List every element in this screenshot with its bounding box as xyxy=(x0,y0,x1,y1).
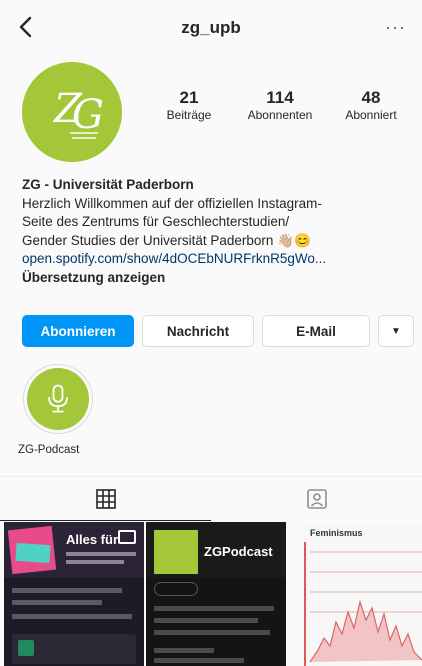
post-thumbnail[interactable]: Alles für xyxy=(4,522,144,666)
stat-following-label: Abonniert xyxy=(345,108,397,122)
tagged-person-icon xyxy=(306,489,327,509)
zg-logo-icon xyxy=(154,530,198,574)
post-text-line xyxy=(154,648,214,653)
profile-bio: ZG - Universität Paderborn Herzlich Will… xyxy=(22,176,414,287)
post-text-line xyxy=(154,630,270,635)
bio-line: Seite des Zentrums für Geschlechterstudi… xyxy=(22,214,290,229)
highlight-ring xyxy=(23,364,93,434)
post-text-line xyxy=(12,600,102,605)
bio-link[interactable]: open.spotify.com/show/4dOCEbNURFrknR5gWo… xyxy=(22,250,414,269)
profile-username: zg_upb xyxy=(181,18,241,37)
post-text-line xyxy=(66,560,124,564)
stat-following[interactable]: 48 Abonniert xyxy=(328,88,414,123)
microphone-icon xyxy=(27,368,89,430)
post-graphic xyxy=(304,542,422,666)
post-grid: Alles für ZGPodcast Feminismus xyxy=(0,522,422,666)
top-bar: zg_upb ··· xyxy=(0,0,422,56)
suggestions-dropdown-button[interactable]: ▼ xyxy=(378,315,414,347)
message-button[interactable]: Nachricht xyxy=(142,315,254,347)
bio-line: Gender Studies der Universität Paderborn… xyxy=(22,232,311,248)
post-text-line xyxy=(66,552,136,556)
tab-tagged[interactable] xyxy=(211,477,422,521)
grid-icon xyxy=(95,488,116,509)
profile-avatar[interactable]: Z G xyxy=(22,62,122,162)
post-text-line xyxy=(12,588,122,593)
email-button[interactable]: E-Mail xyxy=(262,315,370,347)
post-text-line xyxy=(154,618,258,623)
post-text-line xyxy=(154,606,274,611)
post-text-line xyxy=(154,658,244,663)
stat-following-count: 48 xyxy=(361,88,381,107)
post-thumbnail[interactable]: ZGPodcast xyxy=(146,522,286,666)
show-translation-link[interactable]: Übersetzung anzeigen xyxy=(22,269,414,288)
post-title: Alles für xyxy=(66,532,119,547)
bio-line: Herzlich Willkommen auf der offiziellen … xyxy=(22,195,322,211)
chevron-down-icon: ▼ xyxy=(391,325,401,337)
post-artwork xyxy=(15,542,51,564)
stat-posts[interactable]: 21 Beiträge xyxy=(146,88,232,123)
post-title: Feminismus xyxy=(310,528,363,538)
multiple-posts-icon xyxy=(118,530,136,544)
post-title: ZGPodcast xyxy=(204,544,273,559)
highlight-label: ZG-Podcast xyxy=(18,444,80,456)
stat-followers-count: 114 xyxy=(266,88,294,107)
tab-posts-grid[interactable] xyxy=(0,477,211,521)
svg-text:G: G xyxy=(72,92,104,138)
stat-followers[interactable]: 114 Abonnenten xyxy=(237,88,323,123)
bio-display-name: ZG - Universität Paderborn xyxy=(22,177,194,192)
profile-stats: 21 Beiträge 114 Abonnenten 48 Abonniert xyxy=(146,88,414,123)
podcast-icon xyxy=(18,640,34,656)
stat-followers-label: Abonnenten xyxy=(247,108,313,122)
story-highlight[interactable]: ZG-Podcast xyxy=(18,364,98,456)
profile-tabs xyxy=(0,476,422,521)
post-text-line xyxy=(12,614,132,619)
more-options-icon[interactable]: ··· xyxy=(385,17,406,38)
stat-posts-label: Beiträge xyxy=(166,108,212,122)
post-thumbnail[interactable]: Feminismus xyxy=(288,522,422,666)
post-button-outline xyxy=(154,582,198,596)
profile-actions: Abonnieren Nachricht E-Mail ▼ xyxy=(22,315,414,347)
follow-button[interactable]: Abonnieren xyxy=(22,315,134,347)
stat-posts-count: 21 xyxy=(179,88,199,107)
